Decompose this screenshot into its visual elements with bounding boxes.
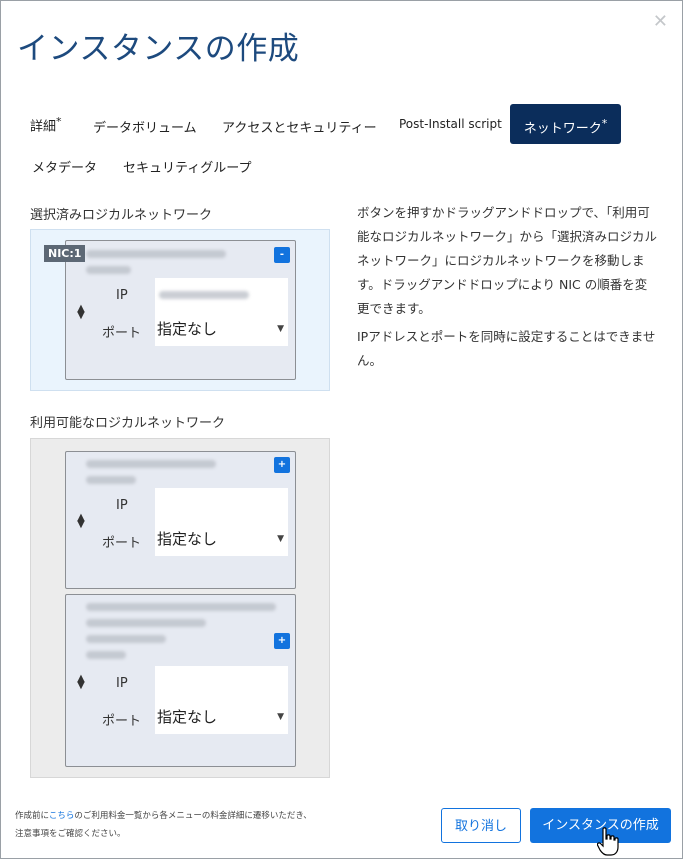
network-name-redacted — [86, 266, 131, 274]
network-card[interactable]: + ▲ ▼ IP ポート 指定なし ▼ — [65, 594, 296, 767]
ip-label: IP — [116, 498, 128, 513]
pricing-note: 作成前にこちらのご利用料金一覧から各メニューの料金詳細に遷移いただき、注意事項を… — [15, 807, 312, 843]
network-name-redacted — [86, 651, 126, 659]
add-network-button[interactable]: + — [274, 633, 290, 649]
tab-access-security[interactable]: アクセスとセキュリティー — [222, 117, 377, 136]
create-instance-dialog: ✕ インスタンスの作成 詳細* データボリューム アクセスとセキュリティー Po… — [0, 0, 683, 859]
port-select-value: 指定なし — [157, 530, 218, 548]
available-networks-dropzone[interactable]: + ▲ ▼ IP ポート 指定なし ▼ + ▲ ▼ IP ポート 指定なし ▼ — [30, 438, 330, 778]
tab-post-install-script[interactable]: Post-Install script — [399, 117, 502, 131]
tab-label: ネットワーク — [523, 121, 602, 137]
ip-value-redacted — [159, 291, 249, 299]
ip-input[interactable] — [155, 278, 288, 312]
port-select[interactable]: 指定なし ▼ — [155, 522, 288, 556]
selected-networks-dropzone[interactable]: - ▲ ▼ IP ポート 指定なし ▼ NIC:1 — [30, 229, 330, 391]
network-name-redacted — [86, 603, 276, 611]
nic-badge: NIC:1 — [44, 245, 86, 262]
network-name-redacted — [86, 460, 216, 468]
help-text-ip-port: IPアドレスとポートを同時に設定することはできません。 — [357, 329, 656, 368]
tab-data-volume[interactable]: データボリューム — [93, 117, 197, 136]
required-mark: * — [56, 115, 62, 128]
drag-handle-icon[interactable]: ▲ ▼ — [76, 304, 86, 321]
tab-label: 詳細 — [30, 119, 57, 135]
port-select-value: 指定なし — [157, 320, 218, 338]
dialog-title: インスタンスの作成 — [17, 31, 300, 67]
hand-pointer-icon — [597, 827, 619, 856]
close-icon[interactable]: ✕ — [653, 11, 668, 32]
network-name-redacted — [86, 635, 166, 643]
port-select-value: 指定なし — [157, 708, 218, 726]
drag-handle-icon[interactable]: ▲ ▼ — [76, 674, 86, 691]
add-network-button[interactable]: + — [274, 457, 290, 473]
tab-network[interactable]: ネットワーク* — [510, 104, 621, 144]
port-label: ポート — [102, 714, 142, 729]
ip-input[interactable] — [155, 666, 288, 700]
caret-down-icon: ▼ — [277, 534, 284, 544]
remove-network-button[interactable]: - — [274, 247, 290, 263]
port-label: ポート — [102, 326, 142, 341]
cancel-button[interactable]: 取り消し — [441, 808, 521, 843]
network-name-redacted — [86, 250, 226, 258]
port-select[interactable]: 指定なし ▼ — [155, 312, 288, 346]
tab-details[interactable]: 詳細* — [30, 115, 62, 134]
pricing-link[interactable]: こちら — [49, 811, 75, 821]
ip-label: IP — [116, 288, 128, 303]
tab-metadata[interactable]: メタデータ — [32, 157, 97, 176]
help-text-drag-drop: ボタンを押すかドラッグアンドドロップで、「利用可能なロジカルネットワーク」から「… — [357, 205, 658, 316]
drag-handle-icon[interactable]: ▲ ▼ — [76, 513, 86, 530]
ip-label: IP — [116, 676, 128, 691]
network-name-redacted — [86, 619, 206, 627]
caret-down-icon: ▼ — [277, 324, 284, 334]
caret-down-icon: ▼ — [277, 712, 284, 722]
pricing-note-prefix: 作成前に — [15, 811, 49, 821]
network-name-redacted — [86, 476, 136, 484]
port-label: ポート — [102, 536, 142, 551]
tab-security-group[interactable]: セキュリティグループ — [123, 157, 251, 176]
selected-networks-label: 選択済みロジカルネットワーク — [30, 208, 213, 223]
pricing-note-suffix: のご利用料金一覧から各メニューの料金詳細に遷移いただき、 — [74, 811, 312, 821]
network-card[interactable]: - ▲ ▼ IP ポート 指定なし ▼ — [65, 240, 296, 380]
ip-input[interactable] — [155, 488, 288, 522]
available-networks-label: 利用可能なロジカルネットワーク — [30, 416, 226, 431]
port-select[interactable]: 指定なし ▼ — [155, 700, 288, 734]
pricing-note-line2: 注意事項をご確認ください。 — [15, 829, 126, 839]
required-mark: * — [601, 117, 608, 130]
network-card[interactable]: + ▲ ▼ IP ポート 指定なし ▼ — [65, 451, 296, 589]
